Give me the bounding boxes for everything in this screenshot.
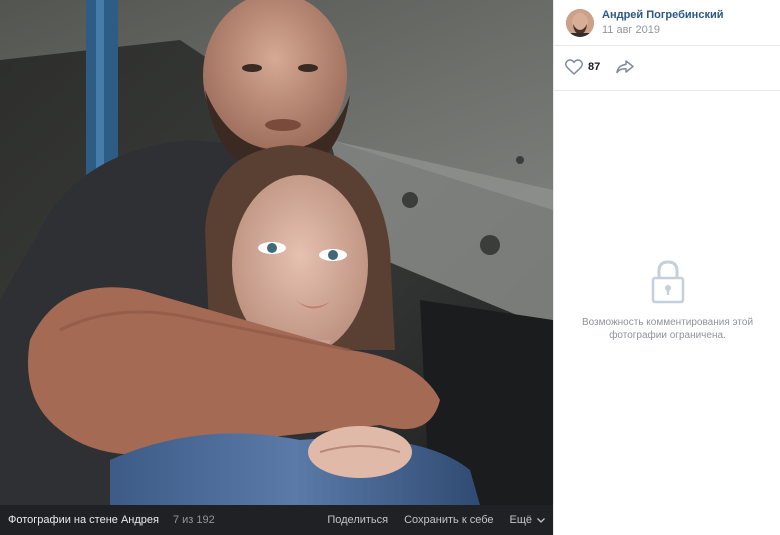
like-button[interactable]: 87 [565, 59, 600, 75]
like-count: 87 [588, 61, 601, 73]
photo-counter: 7 из 192 [172, 514, 215, 526]
comments-restricted-text: Возможность комментирования этой фотогра… [581, 317, 754, 341]
avatar[interactable] [566, 9, 594, 37]
share-arrow-icon [616, 60, 634, 74]
share-photo-button[interactable]: Поделиться [327, 514, 388, 526]
post-actions: 87 [565, 56, 634, 78]
divider [554, 90, 780, 91]
chevron-down-icon [537, 517, 545, 523]
side-panel: Андрей Погребинский 11 авг 2019 87 Возмо… [553, 0, 780, 535]
photo-viewer: Фотографии на стене Андрея 7 из 192 Поде… [0, 0, 780, 535]
album-link[interactable]: Фотографии на стене Андрея [8, 514, 159, 526]
author-text: Андрей Погребинский 11 авг 2019 [602, 8, 723, 38]
photo-footer: Фотографии на стене Андрея 7 из 192 Поде… [0, 505, 553, 535]
more-label: Ещё [509, 514, 532, 526]
photo-pane: Фотографии на стене Андрея 7 из 192 Поде… [0, 0, 553, 535]
comments-restricted: Возможность комментирования этой фотогра… [554, 260, 780, 342]
photo[interactable] [0, 0, 553, 505]
author-block: Андрей Погребинский 11 авг 2019 [566, 7, 723, 39]
heart-icon [565, 59, 583, 75]
post-date[interactable]: 11 авг 2019 [602, 23, 723, 38]
more-menu-button[interactable]: Ещё [509, 514, 545, 526]
save-photo-button[interactable]: Сохранить к себе [404, 514, 493, 526]
lock-icon [651, 260, 684, 304]
author-name[interactable]: Андрей Погребинский [602, 8, 723, 23]
share-button[interactable] [616, 60, 634, 74]
divider [554, 45, 780, 46]
